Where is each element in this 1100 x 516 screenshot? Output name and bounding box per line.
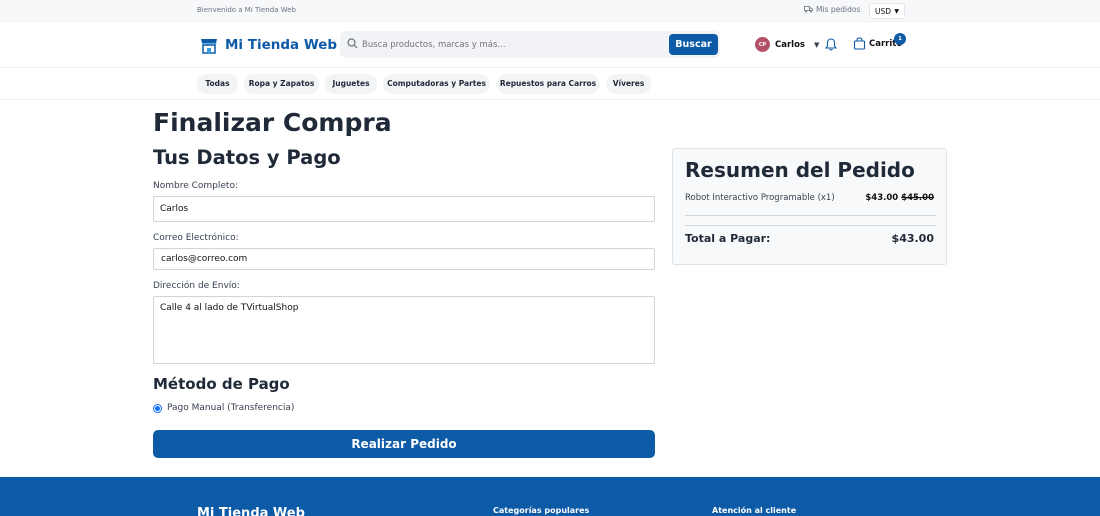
caret-down-icon: ▼ [813,40,820,49]
payment-option-manual[interactable]: Pago Manual (Transferencia) [153,403,294,413]
search-bar: Buscar [340,31,720,58]
user-menu[interactable]: CP Carlos ▼ [755,37,819,52]
radio-selected[interactable] [153,403,162,413]
place-order-button[interactable]: Realizar Pedido [153,430,655,458]
page-title: Finalizar Compra [153,108,392,137]
order-summary: Resumen del Pedido Robot Interactivo Pro… [672,148,947,265]
brand-name: Mi Tienda Web [225,37,338,53]
summary-item-name: Robot Interactivo Programable (x1) [685,193,835,203]
category-ropa[interactable]: Ropa y Zapatos [244,74,319,94]
address-label: Dirección de Envío: [153,281,240,291]
chevron-down-icon: ▼ [894,7,899,15]
category-todas[interactable]: Todas [197,74,238,94]
category-nav: Todas Ropa y Zapatos Juguetes Computador… [0,68,1100,100]
email-label: Correo Electrónico: [153,233,239,243]
welcome-text: Bienvenido a Mi Tienda Web [197,6,296,14]
bell-icon[interactable] [825,38,837,51]
footer-customer-service: Atención al cliente [712,506,797,515]
item-price-current: $43.00 [865,193,899,203]
category-juguetes[interactable]: Juguetes [325,74,377,94]
name-field[interactable] [153,196,655,222]
store-icon [201,39,217,54]
my-orders-label: Mis pedidos [816,5,861,14]
summary-divider [685,215,936,216]
total-label: Total a Pagar: [685,232,771,245]
summary-item-price: $43.00 $45.00 [865,193,934,203]
summary-divider [685,225,936,226]
cart-count-badge: 1 [894,33,906,45]
footer-brand: Mi Tienda Web [197,506,305,516]
search-icon [347,38,358,49]
address-field[interactable]: Calle 4 al lado de TVirtualShop [153,296,655,364]
payment-option-label: Pago Manual (Transferencia) [167,403,295,413]
currency-value: USD [875,6,892,16]
footer: Mi Tienda Web Categorías populares Atenc… [0,477,1100,516]
footer-popular-categories: Categorías populares [493,506,590,515]
avatar: CP [755,37,770,52]
currency-select[interactable]: USD ▼ [869,3,905,19]
category-viveres[interactable]: Víveres [606,74,651,94]
section-title: Tus Datos y Pago [153,146,341,169]
email-field[interactable] [153,248,655,270]
search-input[interactable] [362,36,662,53]
top-bar: Bienvenido a Mi Tienda Web Mis pedidos U… [0,0,1100,22]
brand-logo[interactable]: Mi Tienda Web [199,35,337,55]
shopping-bag-icon [853,37,866,50]
main-header: Mi Tienda Web Buscar CP Carlos ▼ Carrito… [0,22,1100,68]
my-orders-link[interactable]: Mis pedidos [804,5,860,14]
total-value: $43.00 [891,232,934,245]
payment-method-title: Método de Pago [153,375,290,393]
name-label: Nombre Completo: [153,181,238,191]
summary-title: Resumen del Pedido [685,158,915,182]
item-price-old: $45.00 [901,193,934,203]
search-button[interactable]: Buscar [669,34,718,55]
category-computadoras[interactable]: Computadoras y Partes [383,74,490,94]
category-repuestos[interactable]: Repuestos para Carros [496,74,600,94]
user-name: Carlos [775,39,805,50]
truck-icon [804,6,813,13]
